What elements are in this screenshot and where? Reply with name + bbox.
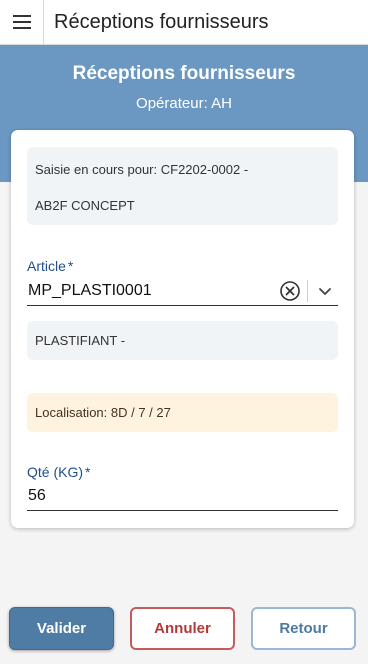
required-marker: *: [67, 258, 74, 274]
article-select[interactable]: MP_PLASTI0001: [27, 276, 338, 306]
quantity-input[interactable]: 56: [27, 482, 338, 511]
quantity-label-text: Qté (KG): [27, 464, 84, 480]
order-info-box: Saisie en cours pour: CF2202-0002 - AB2F…: [27, 147, 338, 225]
clear-icon[interactable]: [279, 280, 301, 302]
required-marker: *: [85, 464, 91, 480]
page-title: Réceptions fournisseurs: [72, 63, 296, 84]
operator-label: Opérateur: AH: [136, 95, 232, 112]
quantity-field-label: Qté (KG) *: [27, 464, 90, 480]
top-app-bar: Réceptions fournisseurs: [0, 0, 368, 45]
validate-button[interactable]: Valider: [9, 607, 114, 650]
article-description-box: PLASTIFIANT -: [27, 321, 338, 360]
reception-form-card: Saisie en cours pour: CF2202-0002 - AB2F…: [11, 130, 354, 528]
order-info-line: Saisie en cours pour: CF2202-0002 -: [35, 162, 249, 177]
hamburger-menu-icon[interactable]: [0, 0, 44, 45]
input-separator: [307, 279, 308, 302]
back-button[interactable]: Retour: [251, 607, 356, 650]
article-value: MP_PLASTI0001: [28, 281, 152, 299]
article-label-text: Article: [27, 258, 66, 274]
cancel-button[interactable]: Annuler: [130, 607, 235, 650]
chevron-down-icon[interactable]: [314, 280, 336, 302]
location-box: Localisation: 8D / 7 / 27: [27, 393, 338, 432]
supplier-name: AB2F CONCEPT: [35, 198, 135, 213]
app-title: Réceptions fournisseurs: [54, 10, 269, 33]
article-field-label: Article *: [27, 258, 73, 274]
